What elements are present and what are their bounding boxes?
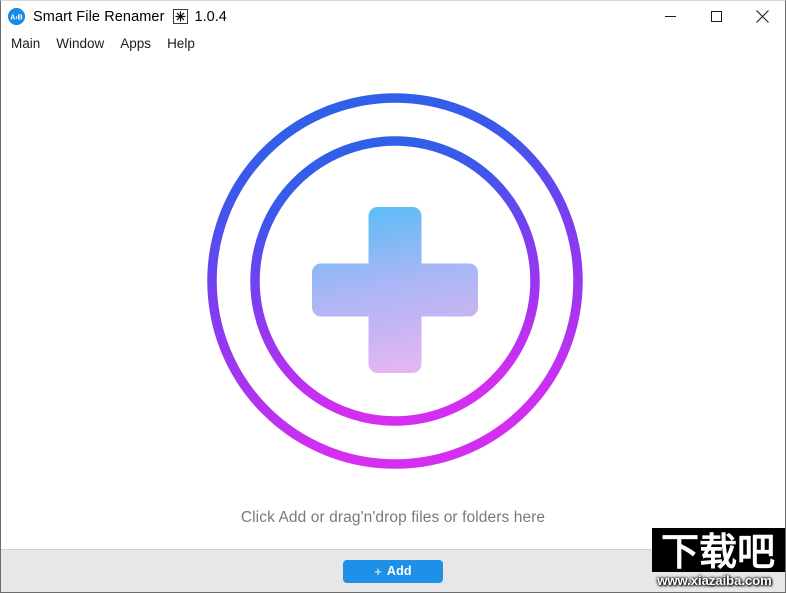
menu-bar: Main Window Apps Help	[1, 32, 785, 55]
app-logo-icon: A›B	[8, 8, 25, 25]
dropzone-hint-text: Click Add or drag'n'drop files or folder…	[240, 509, 546, 526]
footer-bar: + Add	[1, 549, 785, 592]
plus-in-circles-icon	[207, 93, 583, 469]
drop-graphic	[1, 55, 785, 549]
maximize-icon[interactable]	[693, 1, 739, 32]
app-window: A›B Smart File Renamer 1.0.4 Main Window…	[0, 0, 786, 593]
menu-item-apps[interactable]: Apps	[112, 34, 159, 54]
menu-item-window[interactable]: Window	[48, 34, 112, 54]
version-label: 1.0.4	[194, 8, 227, 25]
add-button[interactable]: + Add	[343, 559, 443, 583]
menu-item-main[interactable]: Main	[3, 34, 48, 54]
svg-text:A›B: A›B	[10, 14, 22, 21]
plus-icon: +	[374, 563, 382, 579]
window-title: Smart File Renamer	[33, 8, 165, 25]
file-drop-zone[interactable]: Click Add or drag'n'drop files or folder…	[1, 55, 785, 549]
window-controls	[647, 1, 785, 32]
asterisk-badge-icon	[172, 9, 188, 24]
add-button-label: Add	[386, 563, 412, 578]
minimize-icon[interactable]	[647, 1, 693, 32]
title-bar: A›B Smart File Renamer 1.0.4	[1, 1, 785, 32]
close-icon[interactable]	[739, 1, 785, 32]
menu-item-help[interactable]: Help	[159, 34, 203, 54]
